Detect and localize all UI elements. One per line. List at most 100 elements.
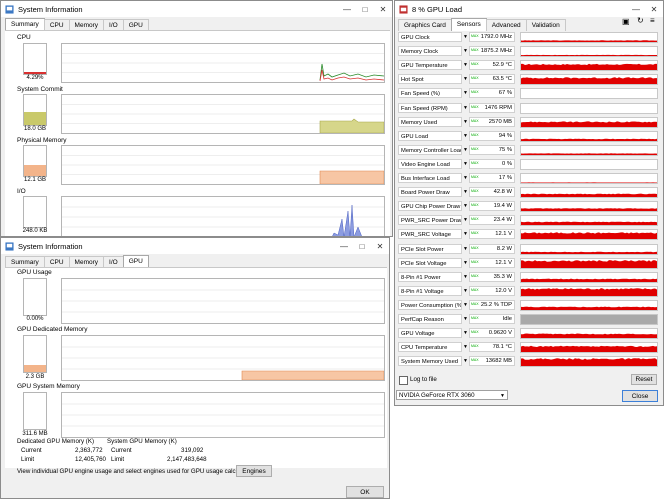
- sensor-graph: [520, 201, 658, 212]
- physmem-graph: [61, 145, 385, 185]
- close-button[interactable]: ✕: [371, 238, 389, 254]
- sensor-graph-area: [521, 63, 657, 70]
- system-limit-label: Limit: [111, 456, 125, 463]
- sensor-dropdown-icon[interactable]: ▼: [462, 260, 469, 266]
- sensor-row: 8-Pin #1 Power ▼ MAX 35.3 W: [398, 271, 515, 283]
- io-value: 248.0 KB: [22, 228, 48, 234]
- log-to-file-checkbox[interactable]: [399, 376, 408, 385]
- sensor-graph-plot: [521, 121, 657, 127]
- camera-icon[interactable]: ▣: [622, 17, 630, 26]
- sensor-row: GPU Voltage ▼ MAX 0.9620 V: [398, 327, 515, 339]
- sensor-dropdown-icon[interactable]: ▼: [462, 189, 469, 195]
- sensor-dropdown-icon[interactable]: ▼: [462, 62, 469, 68]
- minimize-button[interactable]: —: [335, 238, 353, 254]
- minimize-button[interactable]: —: [338, 1, 356, 17]
- sensor-dropdown-icon[interactable]: ▼: [462, 330, 469, 336]
- sensor-graph-area: [521, 153, 657, 155]
- max-badge: MAX: [471, 189, 479, 193]
- sensor-dropdown-icon[interactable]: ▼: [462, 246, 469, 252]
- max-badge: MAX: [471, 62, 479, 66]
- sensor-dropdown-icon[interactable]: ▼: [462, 90, 469, 96]
- engines-button[interactable]: Engines: [236, 465, 272, 477]
- sensor-dropdown-icon[interactable]: ▼: [462, 48, 469, 54]
- sensor-graph-plot: [521, 278, 657, 282]
- sensor-row: GPU Clock ▼ MAX 1792.0 MHz: [398, 31, 515, 43]
- sensor-row: Memory Controller Load ▼ MAX 75 %: [398, 144, 515, 156]
- sensor-row: PCIe Slot Voltage ▼ MAX 12.1 V: [398, 257, 515, 269]
- title-bar[interactable]: System Information — □ ✕: [1, 1, 392, 17]
- sensor-value: MAX 17 %: [469, 173, 515, 183]
- ok-button[interactable]: OK: [346, 486, 384, 498]
- sensor-dropdown-icon[interactable]: ▼: [462, 358, 469, 364]
- menu-icon[interactable]: ≡: [650, 16, 655, 25]
- sensor-value: MAX 0.9620 V: [469, 328, 515, 338]
- sensor-value: MAX Idle: [469, 314, 515, 324]
- title-bar[interactable]: System Information — □ ✕: [1, 238, 389, 254]
- maximize-button[interactable]: □: [353, 238, 371, 254]
- close-gpuz-button[interactable]: Close: [622, 390, 658, 402]
- sensor-value: MAX 19.4 W: [469, 201, 515, 211]
- title-bar[interactable]: 8 % GPU Load — ✕: [395, 1, 663, 17]
- sensor-dropdown-icon[interactable]: ▼: [462, 161, 469, 167]
- sysinfo-icon: [5, 241, 14, 251]
- refresh-icon[interactable]: ↻: [637, 16, 644, 25]
- sensor-label: Memory Clock: [398, 46, 462, 56]
- sensor-dropdown-icon[interactable]: ▼: [462, 147, 469, 153]
- sensor-value-text: 63.5 °C: [492, 76, 512, 82]
- engines-hint: View individual GPU engine usage and sel…: [17, 468, 259, 475]
- sensor-dropdown-icon[interactable]: ▼: [462, 203, 469, 209]
- io-label: I/O: [17, 188, 26, 195]
- sensor-graph-plot: [521, 160, 657, 169]
- gpu-system-label: GPU System Memory: [17, 383, 80, 390]
- cpu-graph: [61, 43, 385, 83]
- tab-advanced[interactable]: Advanced: [485, 19, 527, 31]
- sensor-label: Bus Interface Load: [398, 173, 462, 183]
- sensor-dropdown-icon[interactable]: ▼: [462, 175, 469, 181]
- sensor-dropdown-icon[interactable]: ▼: [462, 76, 469, 82]
- sensor-dropdown-icon[interactable]: ▼: [462, 217, 469, 223]
- reset-button[interactable]: Reset: [631, 374, 657, 385]
- device-select[interactable]: NVIDIA GeForce RTX 3060 ▼: [396, 390, 508, 400]
- max-badge: MAX: [471, 246, 479, 250]
- system-current-value: 319,092: [181, 447, 204, 454]
- tab-sensors[interactable]: Sensors: [450, 18, 487, 31]
- max-badge: MAX: [471, 161, 479, 165]
- sensor-dropdown-icon[interactable]: ▼: [462, 231, 469, 237]
- sensor-dropdown-icon[interactable]: ▼: [462, 105, 469, 111]
- sensor-dropdown-icon[interactable]: ▼: [462, 274, 469, 280]
- sensor-dropdown-icon[interactable]: ▼: [462, 34, 469, 40]
- sensor-dropdown-icon[interactable]: ▼: [462, 119, 469, 125]
- gpuz-icon: [399, 4, 408, 14]
- sensor-graph-plot: [521, 208, 657, 211]
- sensor-graph-plot: [521, 345, 657, 352]
- max-badge: MAX: [471, 330, 479, 334]
- sensor-dropdown-icon[interactable]: ▼: [462, 344, 469, 350]
- sensor-value: MAX 1875.2 MHz: [469, 46, 515, 56]
- sensor-value-text: 23.4 W: [493, 217, 512, 223]
- sensor-graph: [520, 74, 658, 85]
- sensor-dropdown-icon[interactable]: ▼: [462, 316, 469, 322]
- max-badge: MAX: [471, 133, 479, 137]
- sensor-graph-area: [521, 221, 657, 225]
- sensor-dropdown-icon[interactable]: ▼: [462, 302, 469, 308]
- close-button[interactable]: ✕: [645, 1, 663, 17]
- max-badge: MAX: [471, 119, 479, 123]
- tab-validation[interactable]: Validation: [525, 19, 566, 31]
- summary-panel: CPU 4.29% System Commit 18.0 GB Physical…: [5, 30, 390, 236]
- sensor-dropdown-icon[interactable]: ▼: [462, 133, 469, 139]
- sensor-dropdown-icon[interactable]: ▼: [462, 288, 469, 294]
- sensor-graph-plot: [521, 89, 657, 98]
- sensor-value-text: 75 %: [498, 147, 512, 153]
- sensor-graph-area: [521, 251, 657, 254]
- tab-graphics-card[interactable]: Graphics Card: [398, 19, 452, 31]
- sensor-graph-area: [521, 288, 657, 296]
- close-button[interactable]: ✕: [374, 1, 392, 17]
- chevron-down-icon: ▼: [500, 393, 505, 399]
- sensor-row: Fan Speed (%) ▼ MAX 67 %: [398, 87, 515, 99]
- minimize-button[interactable]: —: [627, 1, 645, 17]
- sensor-value-text: 13682 MB: [485, 358, 512, 364]
- io-graph: [61, 196, 385, 236]
- maximize-button[interactable]: □: [356, 1, 374, 17]
- sensor-value: MAX 2570 MB: [469, 117, 515, 127]
- gpuz-tab-strip: Graphics Card Sensors Advanced Validatio…: [398, 18, 566, 31]
